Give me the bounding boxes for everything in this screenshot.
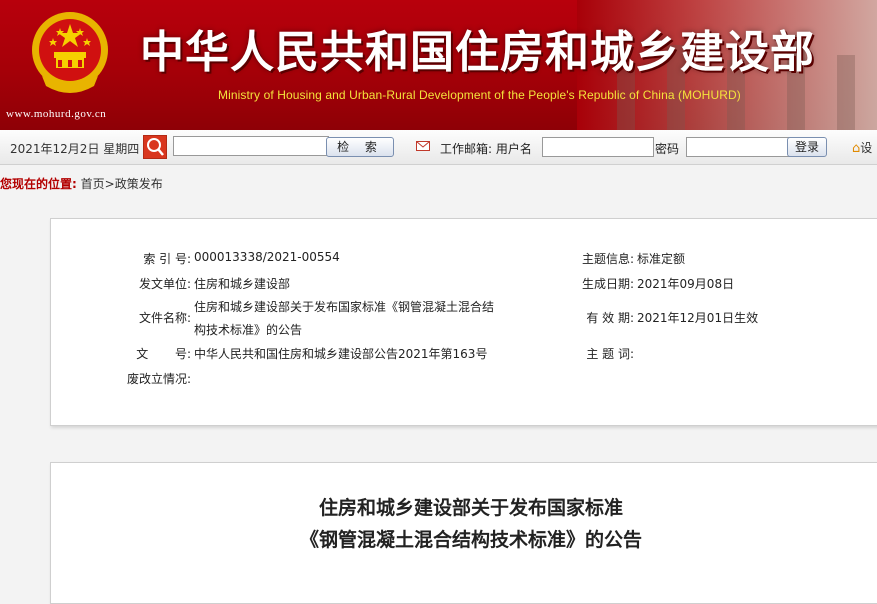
envelope-icon: [416, 141, 430, 151]
file-name-value-line1: 住房和城乡建设部关于发布国家标准《钢管混凝土混合结: [194, 300, 495, 314]
topic-label: 主题信息:: [581, 252, 634, 266]
article-title-line2: 《钢管混凝土混合结构技术标准》的公告: [299, 529, 642, 551]
doc-number-value: 中华人民共和国住房和城乡建设部公告2021年第163号: [194, 347, 488, 361]
article-title-line1: 住房和城乡建设部关于发布国家标准: [318, 497, 623, 519]
site-url: www.mohurd.gov.cn: [6, 108, 107, 120]
document-info-panel: 索 引 号: 000013338/2021-00554 发文单位: 住房和城乡建…: [50, 218, 877, 426]
index-value: 000013338/2021-00554: [194, 250, 340, 264]
doc-number-label: 文 号:: [136, 347, 191, 361]
login-button[interactable]: 登录: [787, 137, 827, 157]
breadcrumb: 您现在的位置: 首页>政策发布: [0, 175, 163, 192]
issuer-label: 发文单位:: [138, 277, 191, 291]
file-name-label: 文件名称:: [138, 311, 191, 325]
set-homepage-label: 设: [860, 141, 873, 155]
search-button[interactable]: 检 索: [326, 137, 394, 157]
generated-date-label: 生成日期:: [581, 277, 634, 291]
site-subtitle: Ministry of Housing and Urban-Rural Deve…: [218, 88, 741, 102]
breadcrumb-path[interactable]: 首页>政策发布: [81, 177, 163, 191]
topic-value: 标准定额: [637, 252, 686, 266]
status-label: 废改立情况:: [126, 372, 191, 386]
search-icon[interactable]: [143, 135, 167, 159]
mail-username-label: 工作邮箱: 用户名: [440, 142, 532, 156]
validity-value: 2021年12月01日生效: [637, 311, 759, 325]
password-label: 密码: [655, 142, 680, 156]
search-input[interactable]: [173, 136, 329, 156]
index-label: 索 引 号:: [143, 252, 191, 266]
generated-date-value: 2021年09月08日: [637, 277, 735, 291]
breadcrumb-label: 您现在的位置:: [0, 177, 77, 191]
username-field[interactable]: [542, 137, 654, 157]
national-emblem-icon: [32, 12, 108, 93]
site-title: 中华人民共和国住房和城乡建设部: [140, 27, 815, 78]
validity-label: 有 效 期:: [586, 311, 634, 325]
top-toolbar: 2021年12月2日 星期四 检 索 工作邮箱: 用户名 密码 登录 ⌂设: [0, 130, 877, 165]
issuer-value: 住房和城乡建设部: [194, 277, 291, 291]
current-date: 2021年12月2日 星期四: [10, 142, 140, 156]
site-banner: www.mohurd.gov.cn 中华人民共和国住房和城乡建设部 Minist…: [0, 0, 877, 130]
file-name-value-line2: 构技术标准》的公告: [194, 323, 303, 337]
set-homepage-link[interactable]: ⌂设: [852, 139, 872, 156]
keywords-label: 主 题 词:: [586, 347, 634, 361]
password-field[interactable]: [686, 137, 790, 157]
